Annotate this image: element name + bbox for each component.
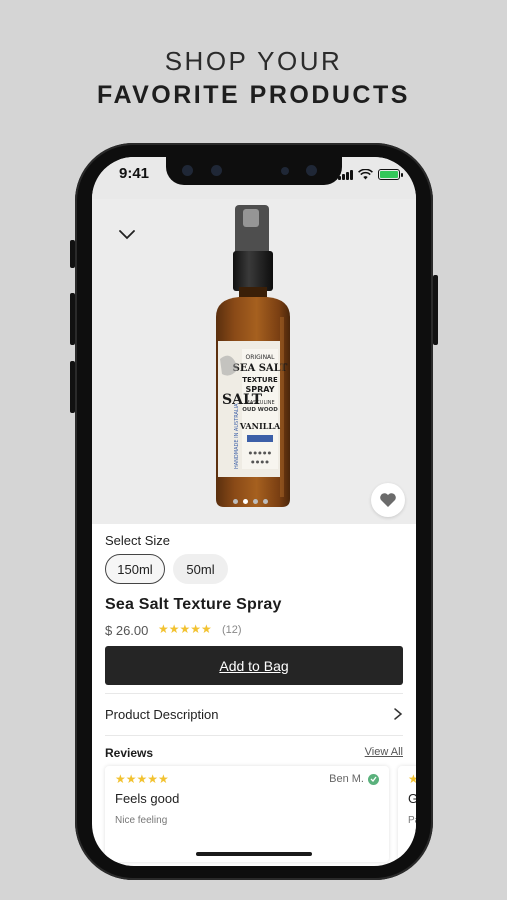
carousel-dot[interactable] [263, 499, 268, 504]
heart-icon [380, 493, 396, 507]
review-author: Ben M. [329, 773, 379, 785]
battery-icon [378, 169, 403, 180]
reviews-heading: Reviews [105, 746, 154, 760]
product-price: $ 26.00 [105, 623, 149, 638]
review-title: Gi [408, 791, 416, 806]
svg-text:SEA SALT: SEA SALT [233, 363, 288, 374]
chevron-right-icon [394, 708, 403, 720]
svg-text:SALT: SALT [222, 392, 263, 408]
review-stars: ★ [408, 772, 416, 786]
product-image[interactable]: ORIGINAL SEA SALT TEXTURE SPRAY MASCULIN… [92, 199, 416, 524]
select-size-label: Select Size [105, 533, 171, 548]
review-body: Nice feeling [115, 815, 168, 826]
face-id-icon [306, 165, 317, 176]
spray-bottle-image: ORIGINAL SEA SALT TEXTURE SPRAY MASCULIN… [216, 205, 290, 507]
review-stars: ★★★★★ [115, 772, 169, 786]
divider [105, 735, 403, 736]
cellular-signal-icon [338, 169, 353, 180]
volume-up-button [70, 293, 75, 345]
review-author-name: Ben M. [329, 773, 364, 785]
phone-screen: 9:41 ORIGINAL SEA SALT TEXTURE SPRAY MAS… [92, 157, 416, 866]
carousel-dot[interactable] [233, 499, 238, 504]
svg-text:● ● ● ●: ● ● ● ● [251, 459, 269, 464]
phone-frame: 9:41 ORIGINAL SEA SALT TEXTURE SPRAY MAS… [70, 143, 438, 880]
review-card-partial[interactable]: ★ Gi Pa [398, 766, 416, 862]
notch [166, 157, 342, 185]
sensor-dot-icon [281, 167, 289, 175]
verified-check-icon [368, 773, 379, 785]
product-description-label: Product Description [105, 706, 219, 722]
divider [105, 693, 403, 694]
review-body: Pa [408, 815, 416, 826]
chevron-down-icon[interactable] [116, 223, 138, 245]
svg-text:● ● ● ● ●: ● ● ● ● ● [249, 450, 272, 455]
svg-text:ORIGINAL: ORIGINAL [245, 354, 275, 361]
product-name: Sea Salt Texture Spray [105, 596, 282, 613]
carousel-dot-active[interactable] [243, 499, 248, 504]
add-to-bag-button[interactable]: Add to Bag [105, 646, 403, 685]
home-indicator[interactable] [196, 852, 312, 856]
favorite-button[interactable] [371, 483, 405, 517]
headline: SHOP YOUR FAVORITE PRODUCTS [0, 44, 507, 112]
sensor-icon [211, 165, 222, 176]
camera-icon [182, 165, 193, 176]
volume-down-button [70, 361, 75, 413]
carousel-dots [233, 499, 268, 504]
review-title: Feels good [115, 791, 180, 806]
headline-line-1: SHOP YOUR [164, 46, 343, 76]
power-button [433, 275, 438, 345]
review-card[interactable]: ★★★★★ Ben M. Feels good Nice feeling [105, 766, 389, 862]
status-time: 9:41 [119, 165, 150, 182]
status-bar: 9:41 [92, 157, 416, 199]
product-description-row[interactable]: Product Description [105, 701, 403, 727]
svg-text:TEXTURE: TEXTURE [242, 376, 278, 384]
headline-line-2: FAVORITE PRODUCTS [97, 81, 410, 109]
carousel-dot[interactable] [253, 499, 258, 504]
svg-text:HANDMADE IN AUSTRALIA: HANDMADE IN AUSTRALIA [234, 403, 240, 469]
wifi-icon [358, 169, 373, 180]
svg-text:VANILLA: VANILLA [239, 421, 281, 431]
status-icons [338, 169, 403, 180]
size-option-150ml[interactable]: 150ml [105, 554, 165, 584]
rating-stars: ★★★★★ [158, 622, 212, 636]
rating-count[interactable]: (12) [222, 624, 242, 636]
size-option-50ml[interactable]: 50ml [173, 554, 228, 584]
view-all-reviews-link[interactable]: View All [365, 746, 403, 758]
mute-switch [70, 240, 75, 268]
